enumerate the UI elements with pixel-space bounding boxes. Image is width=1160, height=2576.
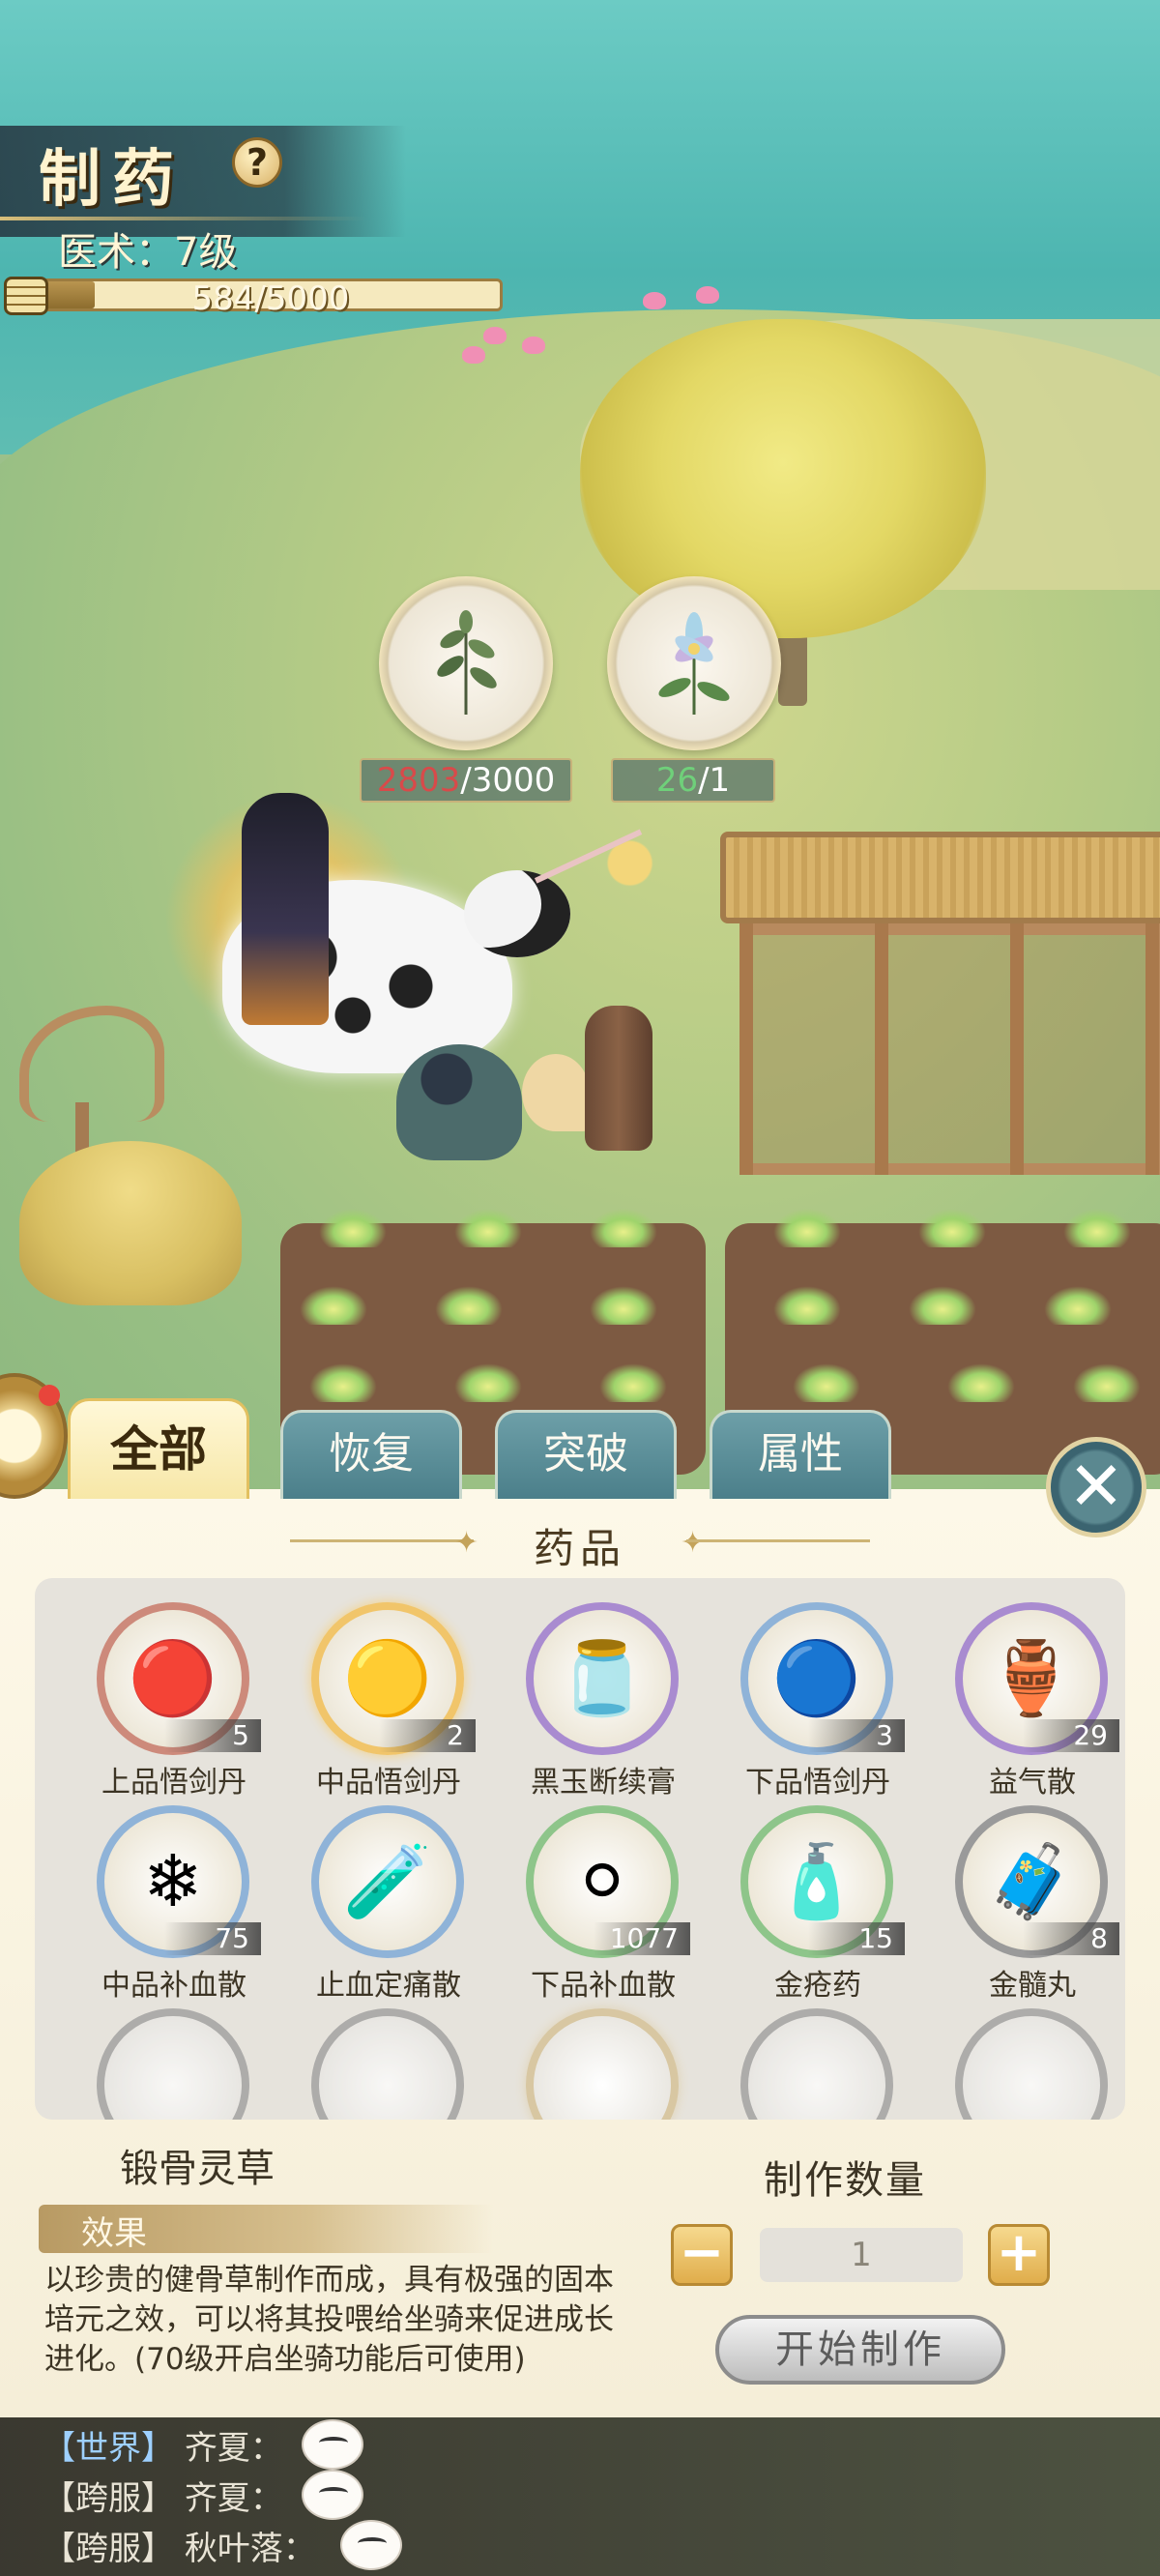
medicine-jar: [585, 1006, 652, 1151]
item-qty: 15: [808, 1922, 905, 1955]
lotus-icon: [522, 337, 545, 354]
herb-slot-leaf[interactable]: [379, 576, 553, 750]
potion-bottle-icon: 🧪: [342, 1840, 433, 1923]
item-grid: 🔴 5 上品悟剑丹 🟡 2 中品悟剑丹 🫙 黑玉断续膏 🔵 3 下品悟剑丹 🏺 …: [35, 1578, 1125, 2120]
chat-sender: 齐夏：: [184, 2429, 283, 2468]
item-slot[interactable]: 🏺 29 益气散: [926, 1588, 1119, 1800]
notification-dot: [39, 1385, 60, 1406]
item-slot-selected[interactable]: [497, 1994, 690, 2120]
effect-description: 以珍贵的健骨草制作而成，具有极强的固本培元之效，可以将其投喂给坐骑来促进成长进化…: [44, 2263, 614, 2377]
crafting-hud: 制药 ? 医术：7级 584/5000: [0, 116, 512, 338]
item-qty: 3: [808, 1719, 905, 1752]
item-qty: 1077: [594, 1922, 690, 1955]
emoji-sticker-icon: [302, 2419, 363, 2470]
lotus-icon: [643, 292, 666, 309]
chat-sender: 齐夏：: [184, 2479, 283, 2518]
item-slot-locked[interactable]: [926, 1994, 1119, 2120]
herb-count-flower: 26/1: [611, 758, 775, 803]
chat-channel: 【跨服】: [43, 2479, 174, 2518]
emoji-sticker-icon: [302, 2470, 363, 2520]
coin-stack-icon: [4, 277, 48, 315]
selected-item-name: 锻骨灵草: [120, 2147, 275, 2191]
tab-all[interactable]: 全部: [68, 1398, 249, 1499]
player-character[interactable]: [164, 793, 609, 1199]
chat-line: 【跨服】 秋叶落：: [43, 2522, 316, 2569]
increase-quantity-button[interactable]: +: [988, 2224, 1050, 2286]
ginkgo-tree: [580, 319, 986, 638]
section-title: 药品: [533, 1525, 626, 1572]
page-title: 制药: [39, 143, 186, 216]
item-slot[interactable]: 🧪 止血定痛散: [282, 1791, 476, 2003]
start-crafting-button[interactable]: 开始制作: [715, 2315, 1005, 2385]
tab-attribute[interactable]: 属性: [710, 1410, 891, 1499]
tab-recovery[interactable]: 恢复: [280, 1410, 462, 1499]
item-qty: 29: [1023, 1719, 1119, 1752]
item-slot[interactable]: 🧴 15 金疮药: [711, 1791, 905, 2003]
chat-channel: 【跨服】: [43, 2530, 174, 2568]
item-slot-locked[interactable]: [282, 1994, 476, 2120]
lotus-icon: [696, 286, 719, 304]
quantity-input[interactable]: [760, 2228, 963, 2282]
chat-channel: 【世界】: [43, 2429, 174, 2468]
exp-text: 584/5000: [191, 279, 350, 318]
item-slot-locked[interactable]: [711, 1994, 905, 2120]
chat-feed[interactable]: 【世界】 齐夏： 【跨服】 齐夏： 【跨服】 秋叶落：: [0, 2417, 1160, 2576]
npc-pharmacist[interactable]: [396, 1044, 522, 1160]
item-qty: 5: [164, 1719, 261, 1752]
item-qty: 8: [1023, 1922, 1119, 1955]
craft-quantity-title: 制作数量: [764, 2158, 926, 2203]
skill-level-label: 医术：7级: [58, 230, 238, 275]
item-slot[interactable]: ❄ 75 中品补血散: [68, 1791, 261, 2003]
item-qty: 75: [164, 1922, 261, 1955]
item-slot[interactable]: 🔴 5 上品悟剑丹: [68, 1588, 261, 1800]
emoji-sticker-icon: [340, 2520, 402, 2570]
item-qty: 2: [379, 1719, 476, 1752]
item-slot[interactable]: 🫙 黑玉断续膏: [497, 1588, 690, 1800]
chat-sender: 秋叶落：: [184, 2530, 316, 2568]
help-icon[interactable]: ?: [232, 137, 282, 188]
item-slot-locked[interactable]: [68, 1994, 261, 2120]
herb-count-leaf: 2803/3000: [360, 758, 572, 803]
category-tabs: 全部 恢复 突破 属性: [0, 1398, 1160, 1499]
effect-label-tag: 效果: [39, 2205, 493, 2253]
leaf-branch-icon: [437, 610, 497, 715]
item-slot[interactable]: 🟡 2 中品悟剑丹: [282, 1588, 476, 1800]
ointment-jar-icon: 🫙: [557, 1637, 648, 1720]
chat-line: 【跨服】 齐夏：: [43, 2472, 283, 2519]
exp-progress-bar: 584/5000: [39, 278, 503, 318]
blue-flower-icon: [658, 612, 730, 715]
chat-line: 【世界】 齐夏：: [43, 2421, 283, 2469]
decrease-quantity-button[interactable]: −: [671, 2224, 733, 2286]
thatched-shed: [720, 832, 1160, 1218]
lotus-icon: [462, 346, 485, 364]
tab-breakthrough[interactable]: 突破: [495, 1410, 677, 1499]
item-slot[interactable]: 🔵 3 下品悟剑丹: [711, 1588, 905, 1800]
item-slot[interactable]: ⚪ 1077 下品补血散: [497, 1791, 690, 2003]
star-deco-icon: ✦: [681, 1526, 706, 1560]
herb-slot-flower[interactable]: [607, 576, 781, 750]
item-slot[interactable]: 🧳 8 金髓丸: [926, 1791, 1119, 2003]
